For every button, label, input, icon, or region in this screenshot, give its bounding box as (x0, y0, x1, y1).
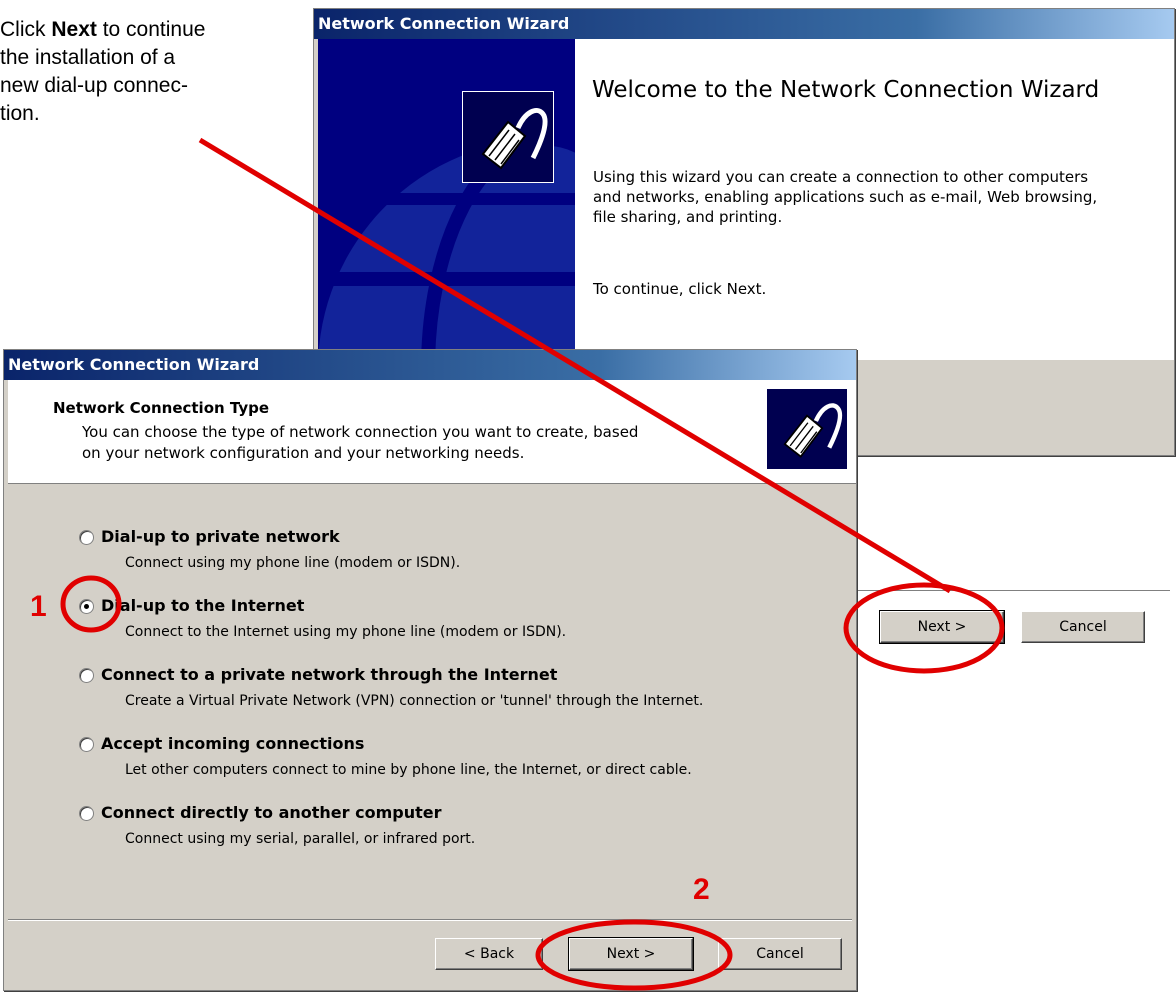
option-label: Connect directly to another computer (101, 803, 442, 822)
instruction-line-1: Click Next to continue (0, 18, 206, 41)
network-cable-icon (462, 91, 554, 183)
radio-vpn[interactable] (79, 668, 94, 683)
type-cancel-button[interactable]: Cancel (718, 938, 842, 970)
option-description: Connect using my phone line (modem or IS… (125, 555, 461, 571)
welcome-body-text: Using this wizard you can create a conne… (593, 168, 1098, 226)
radio-dialup-internet[interactable] (79, 599, 94, 614)
header-title: Network Connection Type (53, 399, 270, 417)
welcome-window-titlebar[interactable]: Network Connection Wizard (314, 9, 1174, 39)
globe-graphic (318, 132, 575, 360)
instruction-line-2: the installation of a (0, 46, 176, 69)
instruction-line-3: new dial-up connec- (0, 74, 188, 97)
option-label: Connect to a private network through the… (101, 665, 558, 684)
welcome-cancel-button[interactable]: Cancel (1021, 611, 1145, 643)
step2-number: 2 (693, 873, 710, 906)
step1-number: 1 (30, 590, 47, 623)
back-button[interactable]: < Back (435, 938, 543, 970)
option-description: Create a Virtual Private Network (VPN) c… (125, 693, 704, 709)
radio-direct-connect[interactable] (79, 806, 94, 821)
network-cable-icon (766, 388, 848, 470)
radio-accept-incoming[interactable] (79, 737, 94, 752)
instruction-line-4: tion. (0, 102, 40, 125)
wizard-side-banner (318, 39, 575, 360)
option-description: Let other computers connect to mine by p… (125, 762, 692, 778)
type-button-separator (8, 919, 852, 921)
welcome-next-button[interactable]: Next > (879, 610, 1005, 644)
header-description: You can choose the type of network conne… (82, 423, 639, 462)
radio-dialup-private[interactable] (79, 530, 94, 545)
welcome-continue-text: To continue, click Next. (593, 280, 767, 298)
instruction-text: Click Next to continue the installation … (0, 16, 290, 128)
instruction-next-emphasis: Next (51, 18, 97, 41)
option-label: Dial-up to the Internet (101, 596, 305, 615)
option-description: Connect using my serial, parallel, or in… (125, 831, 476, 847)
welcome-heading: Welcome to the Network Connection Wizard (592, 77, 1100, 103)
connection-type-wizard-window: Network Connection Wizard Network Connec… (3, 349, 857, 991)
option-label: Accept incoming connections (101, 734, 365, 753)
wizard-header-panel: Network Connection Type You can choose t… (8, 380, 856, 484)
option-description: Connect to the Internet using my phone l… (125, 624, 567, 640)
type-next-button[interactable]: Next > (568, 937, 694, 971)
option-label: Dial-up to private network (101, 527, 340, 546)
welcome-content-panel: Welcome to the Network Connection Wizard… (575, 39, 1174, 360)
type-window-titlebar[interactable]: Network Connection Wizard (4, 350, 856, 380)
